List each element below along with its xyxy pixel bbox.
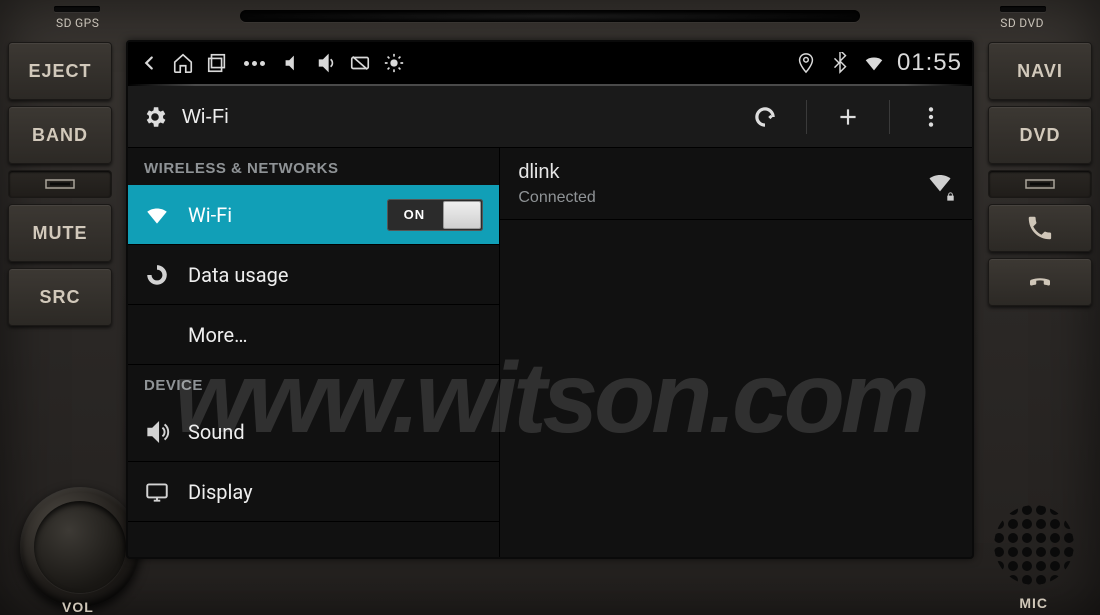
wifi-icon bbox=[144, 202, 170, 228]
location-icon bbox=[795, 52, 817, 74]
android-screen: 01:55 Wi-Fi WIRELESS & NETWORKS bbox=[126, 40, 974, 559]
wps-button[interactable] bbox=[738, 86, 792, 148]
recents-icon[interactable] bbox=[206, 52, 228, 74]
navi-button[interactable]: NAVI bbox=[988, 42, 1092, 100]
add-network-button[interactable] bbox=[821, 86, 875, 148]
sd-label-gps: SDGPS bbox=[56, 16, 99, 29]
mic-label: MIC bbox=[1019, 595, 1048, 611]
eject-button[interactable]: EJECT bbox=[8, 42, 112, 100]
data-usage-icon bbox=[144, 262, 170, 288]
mute-button[interactable]: MUTE bbox=[8, 204, 112, 262]
mic-grille bbox=[994, 505, 1074, 585]
network-item[interactable]: dlink Connected bbox=[500, 148, 972, 220]
actionbar-separator-2 bbox=[889, 100, 890, 134]
sound-icon bbox=[144, 419, 170, 445]
nav-data-usage-label: Data usage bbox=[188, 265, 483, 285]
right-button-column: NAVI DVD bbox=[980, 42, 1100, 306]
overflow-icon bbox=[918, 104, 944, 130]
src-button[interactable]: SRC bbox=[8, 268, 112, 326]
wifi-status-icon bbox=[863, 52, 885, 74]
nav-sound-label: Sound bbox=[188, 422, 483, 442]
actionbar-separator bbox=[806, 100, 807, 134]
volume-label: VOL bbox=[62, 599, 94, 615]
wifi-switch[interactable]: ON bbox=[387, 199, 483, 231]
back-chevron-icon[interactable] bbox=[138, 52, 160, 74]
brightness-icon[interactable] bbox=[383, 52, 405, 74]
nav-display-label: Display bbox=[188, 482, 483, 502]
status-left bbox=[138, 52, 405, 74]
nav-sound[interactable]: Sound bbox=[128, 402, 499, 462]
headunit-faceplate: SDGPS SDDVD EJECT BAND MUTE SRC NAVI DVD… bbox=[0, 0, 1100, 615]
sd-label-dvd: SDDVD bbox=[1000, 16, 1044, 29]
volume-down-icon[interactable] bbox=[281, 52, 303, 74]
nav-more-label: More… bbox=[188, 325, 483, 345]
dots-icon bbox=[244, 61, 265, 66]
nav-display[interactable]: Display bbox=[128, 462, 499, 522]
screen-off-icon[interactable] bbox=[349, 52, 371, 74]
call-answer-button[interactable] bbox=[988, 204, 1092, 252]
section-device: DEVICE bbox=[128, 365, 499, 402]
status-right: 01:55 bbox=[795, 51, 962, 75]
home-outline-icon[interactable] bbox=[172, 52, 194, 74]
overflow-button[interactable] bbox=[904, 86, 958, 148]
display-icon bbox=[144, 479, 170, 505]
wps-icon bbox=[752, 104, 778, 130]
sd-slot-dvd[interactable] bbox=[1000, 6, 1046, 12]
clock: 01:55 bbox=[897, 51, 962, 75]
network-ssid: dlink bbox=[518, 160, 926, 184]
wifi-pane[interactable]: dlink Connected bbox=[499, 148, 972, 557]
volume-knob[interactable] bbox=[20, 487, 140, 607]
action-bar: Wi-Fi bbox=[128, 86, 972, 148]
dvd-button[interactable]: DVD bbox=[988, 106, 1092, 164]
status-bar[interactable]: 01:55 bbox=[128, 42, 972, 84]
aux-slot[interactable] bbox=[988, 170, 1092, 198]
call-hangup-button[interactable] bbox=[988, 258, 1092, 306]
settings-body: WIRELESS & NETWORKS Wi-Fi ON Data usage … bbox=[128, 148, 972, 557]
plus-icon bbox=[835, 104, 861, 130]
nav-wifi[interactable]: Wi-Fi ON bbox=[128, 185, 499, 245]
wifi-switch-thumb bbox=[443, 201, 481, 229]
nav-data-usage[interactable]: Data usage bbox=[128, 245, 499, 305]
nav-wifi-label: Wi-Fi bbox=[188, 205, 369, 225]
sd-slot-gps[interactable] bbox=[54, 6, 100, 12]
settings-gear-icon[interactable] bbox=[142, 104, 168, 130]
left-button-column: EJECT BAND MUTE SRC bbox=[0, 42, 120, 326]
actionbar-title: Wi-Fi bbox=[182, 107, 229, 127]
section-wireless: WIRELESS & NETWORKS bbox=[128, 148, 499, 185]
wifi-switch-state: ON bbox=[387, 199, 441, 231]
network-status: Connected bbox=[518, 188, 926, 207]
wifi-secure-icon bbox=[926, 168, 954, 200]
bluetooth-icon bbox=[829, 52, 851, 74]
usb-slot[interactable] bbox=[8, 170, 112, 198]
nav-more[interactable]: More… bbox=[128, 305, 499, 365]
settings-nav[interactable]: WIRELESS & NETWORKS Wi-Fi ON Data usage … bbox=[128, 148, 499, 557]
volume-up-icon[interactable] bbox=[315, 52, 337, 74]
band-button[interactable]: BAND bbox=[8, 106, 112, 164]
disc-slot[interactable] bbox=[240, 10, 860, 22]
